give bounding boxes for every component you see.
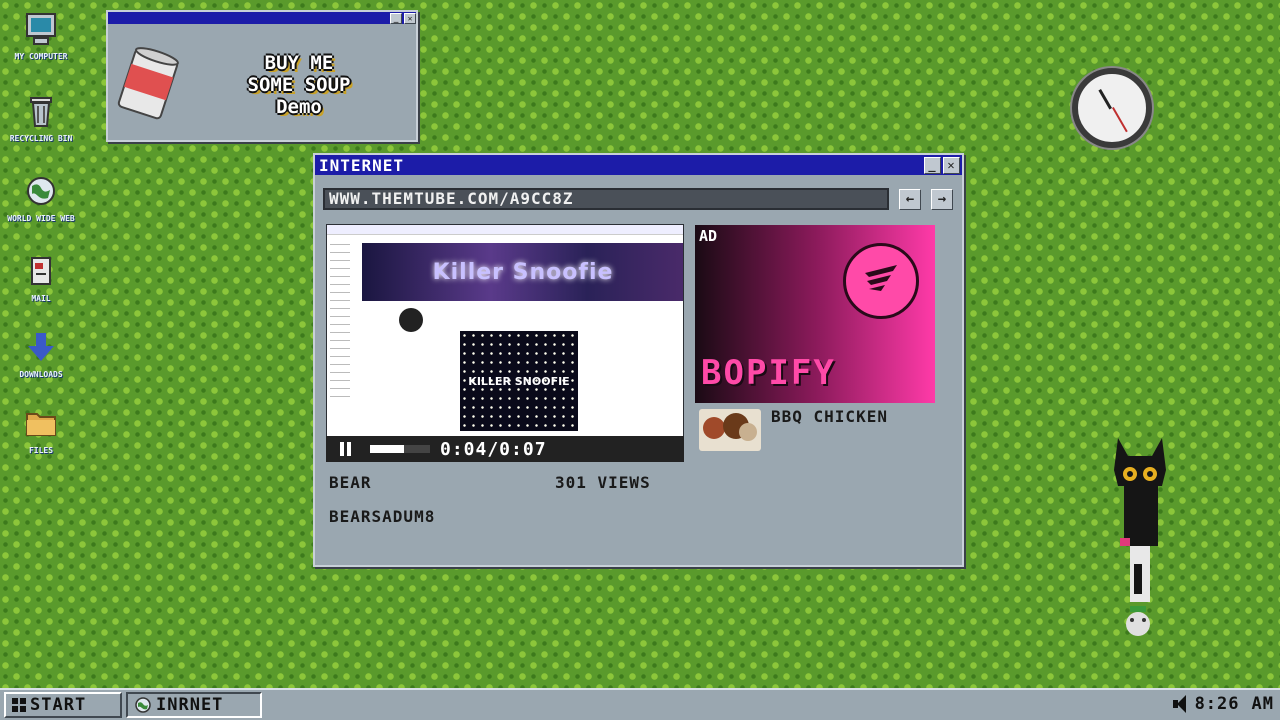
seek-bar[interactable] (370, 445, 430, 453)
video-thumbnail: KILLER SNOOFIE (460, 331, 578, 431)
desktop-icon-label: DOWNLOADS (19, 370, 63, 379)
desktop-icon-mail[interactable]: MAIL (6, 254, 76, 303)
recommended-video-thumbnail[interactable] (699, 409, 761, 451)
folder-icon (26, 413, 56, 436)
player-controls: 0:04/0:07 (326, 436, 684, 462)
soup-window-titlebar[interactable]: _ ✕ (108, 12, 416, 24)
mail-icon (31, 257, 51, 285)
taskbar: START INRNET 8:26 AM (0, 688, 1280, 720)
minimize-button[interactable]: _ (924, 156, 941, 174)
start-icon (12, 698, 26, 712)
recommended-video-title[interactable]: BBQ CHICKEN (771, 407, 888, 426)
close-button[interactable]: ✕ (943, 156, 960, 174)
channel-avatar (399, 308, 423, 332)
arrow-right-icon: → (937, 191, 947, 207)
ad-tag: AD (699, 227, 718, 245)
desktop-icon-label: MAIL (31, 294, 51, 303)
desktop-icon-label: WORLD WIDE WEB (7, 214, 75, 223)
desktop-icon-files[interactable]: FILES (6, 406, 76, 455)
ad-brand: BOPIFY (701, 353, 836, 393)
speaker-icon[interactable] (1172, 695, 1187, 713)
channel-banner-text: Killer Snoofie (432, 259, 614, 285)
tray-ampm: AM (1251, 694, 1274, 714)
thumbnail-text: KILLER SNOOFIE (468, 374, 570, 388)
soup-can-icon (117, 47, 179, 120)
embedded-browser-bar (327, 225, 683, 235)
clock-hour-hand (1098, 88, 1112, 110)
internet-window-title: INTERNET (319, 155, 405, 175)
minimize-icon: _ (928, 158, 937, 172)
channel-banner: Killer Snoofie (362, 243, 683, 301)
close-icon: ✕ (947, 158, 956, 172)
soup-game-title: BUY ME SOME SOUP Demo (204, 52, 394, 118)
video-player[interactable]: Killer Snoofie KILLER SNOOFIE (326, 224, 684, 462)
video-username[interactable]: BEARSADUM8 (329, 507, 435, 526)
soup-demo-window[interactable]: _ ✕ BUY ME SOME SOUP Demo (106, 10, 418, 142)
taskbar-internet-label: INRNET (156, 695, 224, 715)
taskbar-internet-button[interactable]: INRNET (126, 692, 262, 718)
desktop-icon-label: RECYCLING BIN (9, 134, 73, 143)
minimize-button[interactable]: _ (390, 12, 402, 24)
forward-button[interactable]: → (931, 189, 953, 210)
bopify-logo-icon (843, 243, 919, 319)
soup-title-line2: SOME SOUP (247, 74, 351, 96)
desktop-icon-downloads[interactable]: DOWNLOADS (6, 330, 76, 379)
music-icon (865, 265, 897, 291)
soup-title-line3: Demo (276, 96, 322, 118)
download-icon (28, 333, 54, 361)
pause-button[interactable] (340, 442, 354, 456)
soup-title-line1: BUY ME (264, 52, 334, 74)
video-time: 0:04/0:07 (440, 438, 547, 460)
system-tray: 8:26 AM (1172, 694, 1274, 714)
back-button[interactable]: ← (899, 189, 921, 210)
globe-icon (135, 697, 151, 713)
desktop-icon-label: MY COMPUTER (14, 52, 68, 61)
desktop-icon-my-computer[interactable]: MY COMPUTER (6, 12, 76, 61)
video-author[interactable]: BEAR (329, 473, 372, 492)
globe-icon (27, 177, 55, 205)
clock-minute-hand (1112, 107, 1128, 133)
video-views: 301 VIEWS (555, 473, 651, 492)
desktop-clock (1072, 68, 1152, 148)
desktop-icon-world-wide-web[interactable]: WORLD WIDE WEB (6, 174, 76, 223)
desktop-icon-label: FILES (28, 446, 54, 455)
internet-window[interactable]: INTERNET _ ✕ WWW.THEMTUBE.COM/A9CC8Z ← →… (313, 153, 964, 567)
advertisement[interactable]: AD BOPIFY (695, 225, 935, 403)
close-icon: ✕ (407, 13, 413, 23)
url-bar[interactable]: WWW.THEMTUBE.COM/A9CC8Z (323, 188, 889, 210)
seek-progress (370, 445, 405, 453)
internet-window-titlebar[interactable]: INTERNET _ ✕ (315, 155, 962, 175)
cat-character[interactable] (1108, 434, 1172, 654)
desktop-icon-recycling-bin[interactable]: RECYCLING BIN (6, 94, 76, 143)
arrow-left-icon: ← (905, 191, 915, 207)
close-button[interactable]: ✕ (404, 12, 416, 24)
tray-time: 8:26 (1194, 694, 1240, 714)
embedded-sidebar (327, 237, 361, 437)
computer-icon (26, 13, 56, 45)
start-label: START (30, 695, 87, 715)
start-button[interactable]: START (4, 692, 122, 718)
recycle-bin-icon (30, 97, 52, 127)
